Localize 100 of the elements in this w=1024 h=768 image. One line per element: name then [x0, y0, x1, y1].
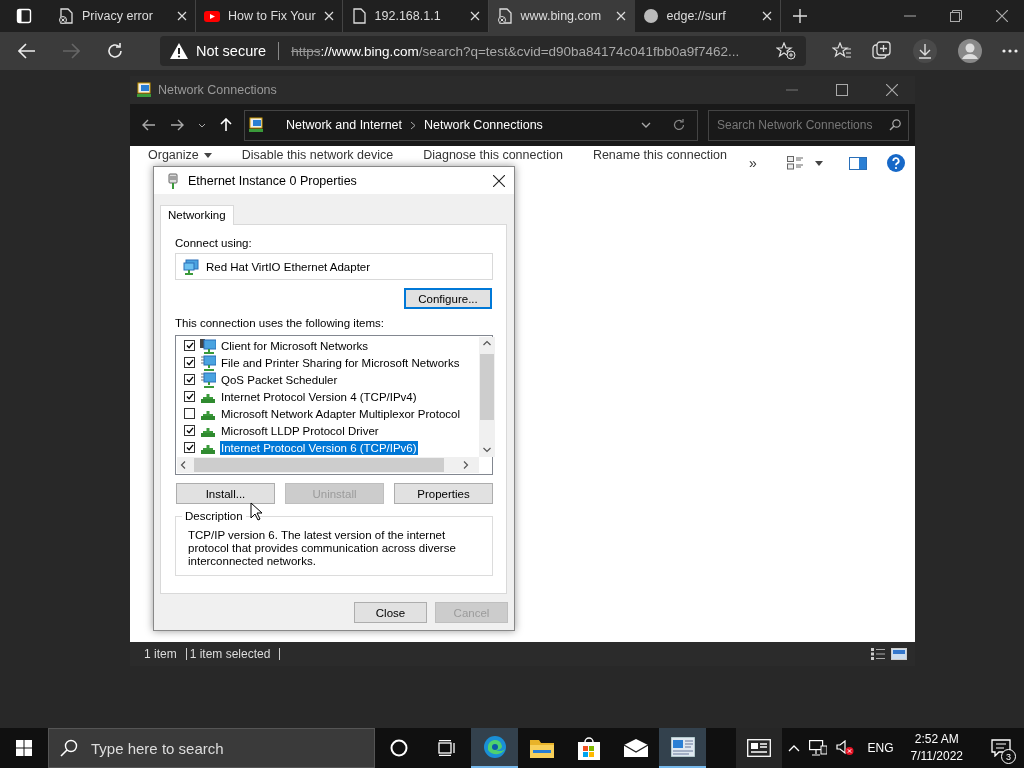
page-warning-icon [58, 8, 74, 24]
vertical-scrollbar[interactable] [479, 337, 495, 457]
dialog-tab[interactable]: Networking [160, 205, 234, 225]
horizontal-scrollbar[interactable] [177, 457, 479, 473]
checkmark-icon [185, 359, 194, 366]
network-window-icon [670, 737, 695, 757]
ethernet-plug-icon [168, 172, 178, 189]
breadcrumb-item[interactable]: Network Connections [424, 118, 543, 132]
back-icon[interactable] [142, 119, 156, 131]
folder-icon [529, 738, 554, 758]
chevron-icon [410, 120, 417, 130]
checkmark-icon [185, 427, 194, 434]
cortana-icon[interactable] [390, 739, 408, 757]
new-tab-icon[interactable] [792, 9, 807, 23]
action-button[interactable]: Install... [176, 483, 275, 504]
dialog-button[interactable]: Close [354, 602, 427, 623]
refresh-icon[interactable] [673, 119, 685, 131]
list-item[interactable]: Internet Protocol Version 6 (TCP/IPv6) [220, 440, 418, 455]
checkbox[interactable] [184, 391, 195, 402]
url-text: https://www.bing.com/search?q=test&cvid=d90ba84174c041fbb0a9f7462... [291, 43, 740, 59]
help-icon[interactable] [886, 154, 905, 172]
configure-button[interactable]: Configure... [404, 288, 492, 309]
up-icon[interactable] [220, 118, 232, 132]
restore-icon[interactable] [950, 10, 962, 22]
security-label[interactable]: Not secure [196, 43, 267, 59]
download-icon[interactable] [912, 38, 938, 64]
list-item[interactable]: File and Printer Sharing for Microsoft Networks [220, 355, 461, 370]
protocol-icon [201, 428, 215, 437]
add-favorite-icon[interactable] [776, 42, 796, 60]
notification-count: 3 [1001, 749, 1016, 764]
action-button[interactable]: Properties [394, 483, 493, 504]
search-icon[interactable] [889, 118, 901, 131]
more-commands-button[interactable]: » [749, 155, 757, 171]
list-item[interactable]: Internet Protocol Version 4 (TCP/IPv4) [220, 389, 418, 404]
language-indicator[interactable]: ENG [867, 741, 894, 755]
checkmark-icon [185, 444, 194, 451]
profile-icon[interactable] [958, 39, 982, 63]
breadcrumb-item[interactable]: Network and Internet [286, 118, 403, 132]
more-icon[interactable] [1002, 49, 1018, 53]
network-service-icon [200, 354, 216, 371]
checkbox[interactable] [184, 408, 195, 419]
list-item[interactable]: Client for Microsoft Networks [220, 338, 369, 353]
protocol-icon [201, 411, 215, 420]
browser-tab[interactable]: www.bing.com [488, 0, 635, 32]
store-icon [577, 736, 600, 760]
windows-logo-icon[interactable] [16, 740, 32, 756]
field-label: Connect using: [175, 237, 253, 249]
refresh-icon[interactable] [106, 42, 124, 60]
search-icon [60, 739, 78, 757]
warning-icon [170, 43, 188, 59]
address-bar[interactable]: Network and Internet Network Connections [244, 109, 698, 141]
checkbox[interactable] [184, 442, 195, 453]
dropdown-icon[interactable] [814, 160, 823, 166]
list-item[interactable]: QoS Packet Scheduler [220, 372, 339, 387]
address-field[interactable]: Not secure https://www.bing.com/search?q=test&cvid=d90ba84174c041fbb0a9f7462... [160, 36, 806, 66]
adapter-field: Red Hat VirtIO Ethernet Adapter [175, 253, 493, 280]
tab-actions-icon[interactable] [16, 8, 32, 24]
status-text: 1 item selected [189, 648, 281, 660]
window-title: Network Connections [158, 83, 277, 97]
checkbox[interactable] [184, 374, 195, 385]
preview-pane-icon[interactable] [848, 156, 867, 170]
command-button[interactable]: Disable this network device [241, 148, 394, 162]
details-view-icon[interactable] [871, 648, 885, 660]
list-item[interactable]: Microsoft Network Adapter Multiplexor Protocol [220, 406, 462, 421]
computer-network-icon [200, 337, 216, 354]
command-button[interactable]: Diagnose this connection [423, 148, 563, 162]
maximize-icon[interactable] [836, 84, 848, 96]
forward-icon[interactable] [170, 119, 184, 131]
search-field[interactable]: Search Network Connections [708, 109, 909, 141]
news-icon[interactable] [747, 739, 772, 757]
document-icon [350, 8, 367, 24]
list-item[interactable]: Microsoft LLDP Protocol Driver [220, 423, 380, 438]
network-adapter-icon [183, 258, 199, 275]
network-status-icon[interactable] [809, 740, 828, 756]
taskbar-search-field[interactable]: Type here to search [48, 728, 375, 768]
checkbox[interactable] [184, 340, 195, 351]
view-options-icon[interactable] [786, 156, 803, 170]
checkbox[interactable] [184, 357, 195, 368]
taskbar-app[interactable] [659, 728, 706, 768]
checkmark-icon [185, 342, 194, 349]
show-hidden-icons-icon[interactable] [788, 744, 801, 752]
command-button[interactable]: Rename this connection [592, 148, 727, 162]
close-icon[interactable] [886, 84, 898, 96]
collections-icon[interactable] [872, 41, 892, 61]
description-text: TCP/IP version 6. The latest version of the internet protocol that provides communication across diverse interconnected networks. [188, 529, 457, 568]
close-icon[interactable] [996, 10, 1008, 22]
network-folder-icon [248, 117, 264, 133]
browser-icon [482, 735, 507, 759]
dropdown-icon[interactable] [641, 122, 651, 128]
command-button[interactable]: Organize [148, 148, 212, 162]
dropdown-icon [203, 152, 212, 158]
favorites-icon[interactable] [832, 42, 852, 60]
close-icon[interactable] [493, 174, 505, 187]
clock[interactable]: 2:52 AM 7/11/2022 [910, 731, 963, 765]
volume-muted-icon[interactable] [836, 740, 855, 756]
field-label: This connection uses the following items: [175, 317, 386, 329]
checkbox[interactable] [184, 425, 195, 436]
task-view-icon[interactable] [438, 740, 456, 756]
recent-locations-icon[interactable] [198, 122, 206, 128]
large-icons-view-icon[interactable] [891, 648, 907, 660]
